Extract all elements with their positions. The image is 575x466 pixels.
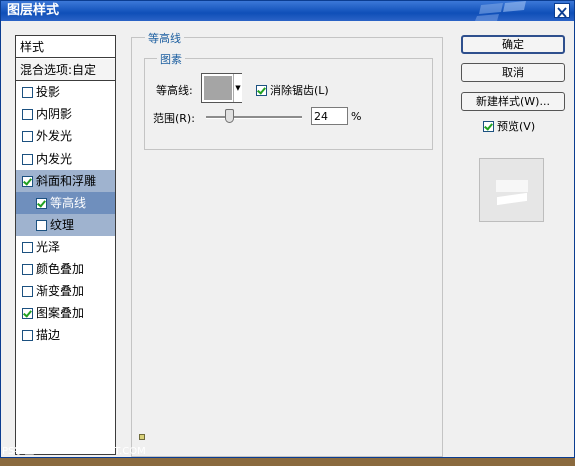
- dialog-body: 样式 混合选项:自定 投影 内阴影 外发光 内发光 斜面和浮雕 等高线 纹理 光…: [1, 21, 574, 457]
- style-list: 样式 混合选项:自定 投影 内阴影 外发光 内发光 斜面和浮雕 等高线 纹理 光…: [15, 35, 116, 455]
- style-item-drop-shadow[interactable]: 投影: [16, 81, 115, 103]
- style-item-outer-glow[interactable]: 外发光: [16, 125, 115, 147]
- checkbox[interactable]: [36, 197, 47, 209]
- style-item-inner-glow[interactable]: 内发光: [16, 148, 115, 170]
- checkbox[interactable]: [22, 241, 33, 253]
- style-item-label: 纹理: [50, 218, 75, 232]
- style-item-stroke[interactable]: 描边: [16, 324, 115, 346]
- layer-style-dialog: 图层样式 样式 混合选项:自定 投影 内阴影 外发光 内发光 斜面和浮雕 等高线…: [0, 0, 575, 458]
- elements-group-title: 图素: [157, 51, 185, 67]
- preview-checkbox[interactable]: [483, 120, 494, 132]
- range-slider-track[interactable]: [206, 116, 302, 119]
- checkbox[interactable]: [36, 219, 47, 231]
- checkbox[interactable]: [22, 153, 33, 165]
- contour-label: 等高线:: [156, 84, 193, 97]
- range-slider-thumb[interactable]: [225, 109, 234, 123]
- windows-logo-icon: [475, 1, 526, 21]
- checkbox[interactable]: [22, 86, 33, 98]
- style-item-color-overlay[interactable]: 颜色叠加: [16, 258, 115, 280]
- style-item-texture[interactable]: 纹理: [16, 214, 115, 236]
- resize-grip-icon: [139, 434, 145, 440]
- style-item-label: 斜面和浮雕: [36, 174, 97, 188]
- close-icon: [557, 7, 567, 18]
- style-item-label: 外发光: [36, 129, 73, 143]
- elements-group: [144, 58, 433, 150]
- chevron-down-icon[interactable]: ▼: [233, 74, 242, 102]
- style-item-label: 描边: [36, 328, 61, 342]
- close-button[interactable]: [554, 3, 570, 18]
- contour-group-title: 等高线: [145, 30, 184, 46]
- style-item-label: 渐变叠加: [36, 284, 85, 298]
- style-preview-swatch: [479, 158, 544, 222]
- style-item-label: 内发光: [36, 152, 73, 166]
- range-unit: %: [351, 110, 362, 123]
- antialias-option[interactable]: 消除锯齿(L): [256, 82, 329, 98]
- preview-option[interactable]: 预览(V): [483, 118, 535, 134]
- ok-button[interactable]: 确定: [461, 35, 565, 54]
- style-item-pattern-overlay[interactable]: 图案叠加: [16, 302, 115, 324]
- cancel-button[interactable]: 取消: [461, 63, 565, 82]
- checkbox[interactable]: [22, 307, 33, 319]
- style-item-label: 颜色叠加: [36, 262, 85, 276]
- preview-shape-highlight: [497, 192, 527, 206]
- style-item-label: 光泽: [36, 240, 61, 254]
- dialog-title: 图层样式: [7, 3, 60, 18]
- style-list-header[interactable]: 样式: [16, 36, 115, 58]
- checkbox[interactable]: [22, 329, 33, 341]
- preview-shape: [496, 180, 528, 192]
- style-item-label: 等高线: [50, 196, 87, 210]
- new-style-button[interactable]: 新建样式(W)...: [461, 92, 565, 111]
- style-item-inner-shadow[interactable]: 内阴影: [16, 103, 115, 125]
- style-item-contour[interactable]: 等高线: [16, 192, 115, 214]
- contour-swatch[interactable]: [204, 76, 232, 100]
- checkbox[interactable]: [22, 285, 33, 297]
- contour-picker[interactable]: ▼: [201, 73, 242, 103]
- blend-options-item[interactable]: 混合选项:自定: [16, 59, 115, 81]
- range-label: 范围(R):: [153, 112, 195, 125]
- style-item-label: 图案叠加: [36, 306, 85, 320]
- style-item-label: 内阴影: [36, 107, 73, 121]
- antialias-checkbox[interactable]: [256, 84, 267, 96]
- checkbox[interactable]: [22, 175, 33, 187]
- watermark-text: PS学堂 — WWW.52PSXT.COM: [2, 446, 146, 457]
- style-item-gradient-overlay[interactable]: 渐变叠加: [16, 280, 115, 302]
- style-item-bevel-emboss[interactable]: 斜面和浮雕: [16, 170, 115, 192]
- antialias-label: 消除锯齿(L): [270, 84, 329, 97]
- style-item-satin[interactable]: 光泽: [16, 236, 115, 258]
- range-input[interactable]: [311, 107, 348, 125]
- checkbox[interactable]: [22, 130, 33, 142]
- preview-label: 预览(V): [497, 120, 536, 133]
- title-bar: 图层样式: [1, 1, 574, 21]
- style-item-label: 投影: [36, 85, 61, 99]
- checkbox[interactable]: [22, 263, 33, 275]
- checkbox[interactable]: [22, 108, 33, 120]
